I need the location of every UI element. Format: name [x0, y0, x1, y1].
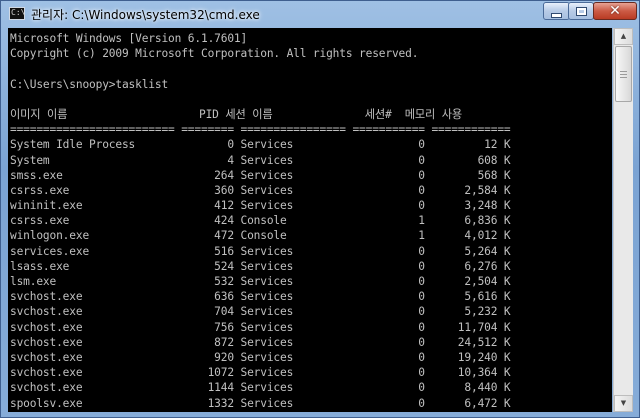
scroll-down-arrow-icon: ▼ [620, 399, 627, 407]
console-line: Copyright (c) 2009 Microsoft Corporation… [10, 47, 419, 61]
title-bar[interactable]: C:\ 관리자: C:\Windows\system32\cmd.exe ✕ [1, 1, 640, 27]
minimize-icon [551, 12, 562, 18]
maximize-icon [575, 6, 587, 16]
console-line: services.exe 516 Services 0 5,264 K [10, 244, 511, 258]
console-line: svchost.exe 756 Services 0 11,704 K [10, 320, 511, 334]
console-line: svchost.exe 920 Services 0 19,240 K [10, 350, 511, 364]
console-line: lsass.exe 524 Services 0 6,276 K [10, 259, 511, 273]
cmd-window: C:\ 관리자: C:\Windows\system32\cmd.exe ✕ M… [0, 0, 640, 418]
minimize-button[interactable] [543, 2, 570, 20]
window-title: 관리자: C:\Windows\system32\cmd.exe [31, 8, 260, 22]
console-line: C:\Users\snoopy>tasklist [10, 77, 169, 91]
console-line: wininit.exe 412 Services 0 3,248 K [10, 199, 511, 213]
scroll-up-arrow-icon: ▲ [620, 32, 627, 40]
console-line: smss.exe 264 Services 0 568 K [10, 168, 511, 182]
console-output[interactable]: Microsoft Windows [Version 6.1.7601] Copy… [8, 28, 612, 412]
console-line: svchost.exe 704 Services 0 5,232 K [10, 305, 511, 319]
console-line: System 4 Services 0 608 K [10, 153, 511, 167]
close-icon: ✕ [609, 3, 621, 19]
console-line: svchost.exe 636 Services 0 5,616 K [10, 290, 511, 304]
console-line: csrss.exe 360 Services 0 2,584 K [10, 183, 511, 197]
console-line: spoolsv.exe 1332 Services 0 6,472 K [10, 396, 511, 410]
maximize-button[interactable] [568, 2, 594, 20]
console-line: lsm.exe 532 Services 0 2,504 K [10, 275, 511, 288]
vertical-scrollbar[interactable]: ▲ ▼ [613, 28, 633, 412]
console-line: svchost.exe 1144 Services 0 8,440 K [10, 381, 511, 395]
scroll-up-button[interactable]: ▲ [614, 28, 633, 45]
cmd-icon[interactable]: C:\ [9, 7, 25, 20]
console-line: svchost.exe 872 Services 0 24,512 K [10, 335, 511, 349]
console-line: svchost.exe 1072 Services 0 10,364 K [10, 366, 511, 380]
console-line: 이미지 이름 PID 세션 이름 세션# 메모리 사용 [10, 107, 463, 121]
thumb-grip-line [620, 71, 627, 72]
console-line: csrss.exe 424 Console 1 6,836 K [10, 214, 511, 228]
scroll-down-button[interactable]: ▼ [614, 395, 633, 412]
console-line: System Idle Process 0 Services 0 12 K [10, 138, 511, 152]
console-text: Microsoft Windows [Version 6.1.7601] Copy… [10, 31, 511, 411]
thumb-grip-line [620, 74, 627, 75]
thumb-grip-line [620, 77, 627, 78]
console-line: ========================= ======== =====… [10, 123, 511, 137]
close-button[interactable]: ✕ [593, 2, 637, 20]
scroll-thumb[interactable] [615, 46, 632, 102]
console-line: Microsoft Windows [Version 6.1.7601] [10, 32, 248, 45]
console-line: winlogon.exe 472 Console 1 4,012 K [10, 229, 511, 243]
